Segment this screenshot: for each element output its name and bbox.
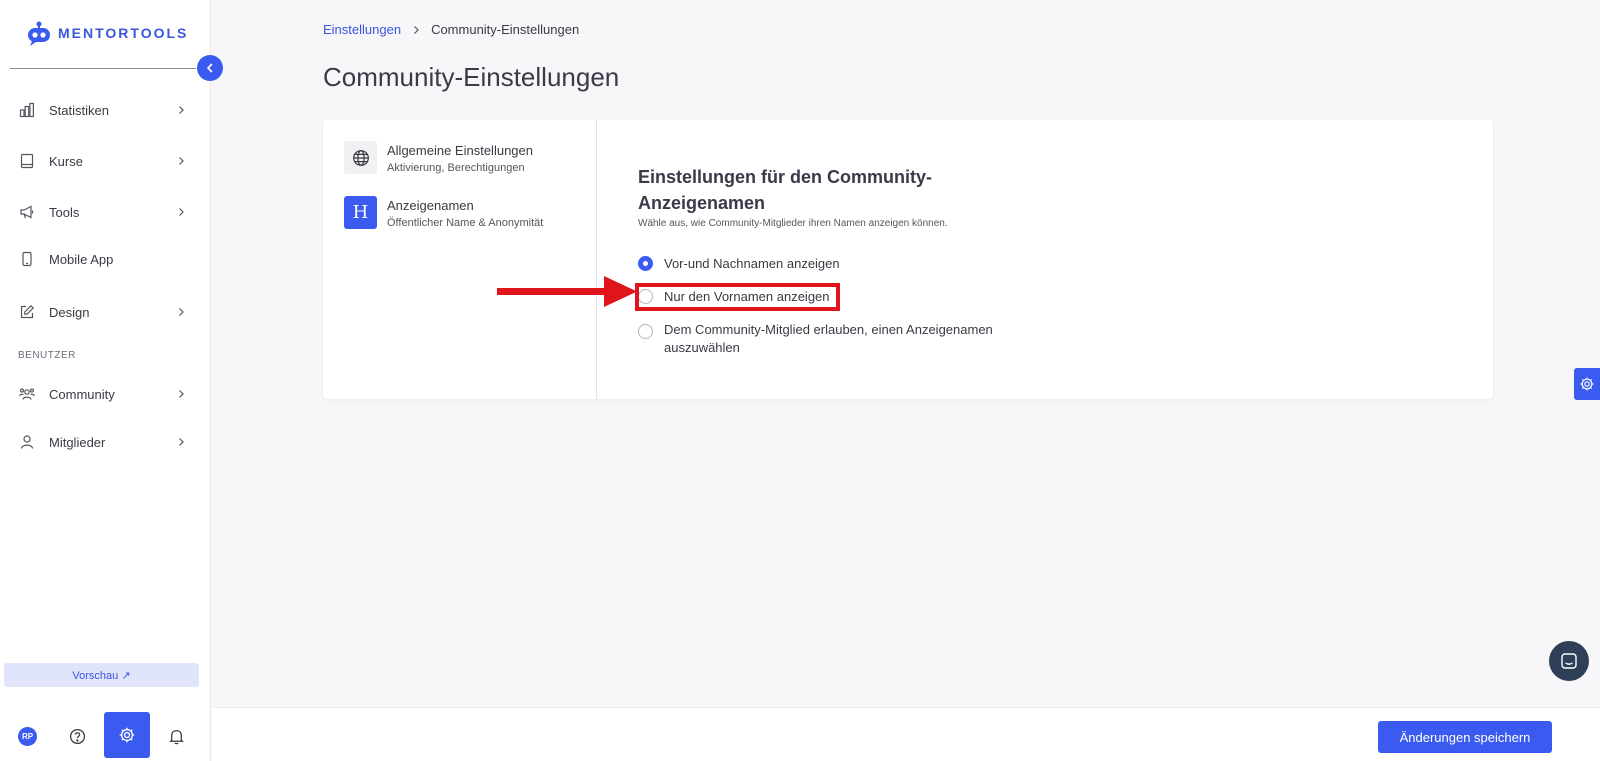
save-changes-button[interactable]: Änderungen speichern xyxy=(1378,721,1552,753)
user-icon xyxy=(18,433,36,451)
chevron-right-icon xyxy=(179,106,184,114)
radio-label: Vor-und Nachnamen anzeigen xyxy=(664,256,840,271)
chevron-left-icon xyxy=(206,63,213,73)
gear-icon xyxy=(1580,377,1594,391)
settings-menu-subtitle: Aktivierung, Berechtigungen xyxy=(387,162,525,174)
sidebar-item-mobile-app[interactable]: Mobile App xyxy=(18,244,186,274)
chat-icon xyxy=(1561,653,1577,669)
logo-divider xyxy=(10,68,196,69)
sidebar-bottom-bar: RP xyxy=(0,711,211,761)
edit-icon xyxy=(18,303,36,321)
heading-icon: H xyxy=(344,196,377,229)
settings-menu: Allgemeine Einstellungen Aktivierung, Be… xyxy=(323,120,597,399)
chevron-right-icon xyxy=(414,25,419,34)
floating-settings-button[interactable] xyxy=(1574,368,1600,400)
collapse-sidebar-button[interactable] xyxy=(197,55,223,81)
sidebar-item-label: Kurse xyxy=(49,153,83,169)
radio-option-first-name[interactable]: Nur den Vornamen anzeigen xyxy=(638,288,830,306)
sidebar-item-design[interactable]: Design xyxy=(18,297,186,327)
display-names-subtitle: Wähle aus, wie Community-Mitglieder ihre… xyxy=(638,218,948,229)
settings-button[interactable] xyxy=(104,712,150,758)
gear-icon xyxy=(119,727,135,743)
settings-menu-general[interactable]: Allgemeine Einstellungen Aktivierung, Be… xyxy=(344,141,533,174)
sidebar: MENTORTOOLS Statistiken Kurse Tools Mobi… xyxy=(0,0,223,761)
avatar[interactable]: RP xyxy=(18,727,37,746)
page-title: Community-Einstellungen xyxy=(323,62,620,92)
radio-label: Dem Community-Mitglied erlauben, einen A… xyxy=(664,322,993,355)
chevron-right-icon xyxy=(179,390,184,398)
smartphone-icon xyxy=(18,250,36,268)
users-icon xyxy=(18,385,36,403)
radio-button[interactable] xyxy=(638,324,653,339)
help-icon xyxy=(69,728,85,744)
settings-menu-display-names[interactable]: H Anzeigenamen Öffentlicher Name & Anony… xyxy=(344,196,543,229)
sidebar-item-label: Tools xyxy=(49,204,80,220)
settings-card: Allgemeine Einstellungen Aktivierung, Be… xyxy=(323,120,1493,399)
settings-menu-subtitle: Öffentlicher Name & Anonymität xyxy=(387,217,544,229)
breadcrumb-link-einstellungen[interactable]: Einstellungen xyxy=(323,22,401,37)
preview-button[interactable]: Vorschau ↗ xyxy=(4,663,199,687)
sidebar-item-label: Mobile App xyxy=(49,251,114,267)
chevron-right-icon xyxy=(179,308,184,316)
book-icon xyxy=(18,152,36,170)
sidebar-item-label: Statistiken xyxy=(49,102,109,118)
radio-option-full-name[interactable]: Vor-und Nachnamen anzeigen xyxy=(638,255,840,273)
heading-glyph: H xyxy=(352,202,369,223)
chevron-right-icon xyxy=(179,438,184,446)
sidebar-item-tools[interactable]: Tools xyxy=(18,197,186,227)
breadcrumb: Einstellungen Community-Einstellungen xyxy=(323,22,579,37)
globe-icon xyxy=(344,141,377,174)
radio-button[interactable] xyxy=(638,289,653,304)
section-label-benutzer: BENUTZER xyxy=(18,350,76,361)
settings-menu-title: Anzeigenamen xyxy=(387,198,474,213)
settings-menu-title: Allgemeine Einstellungen xyxy=(387,143,533,158)
radio-button[interactable] xyxy=(638,256,653,271)
chat-launcher-button[interactable] xyxy=(1549,641,1589,681)
chevron-right-icon xyxy=(179,157,184,165)
chevron-right-icon xyxy=(179,208,184,216)
robot-logo-icon xyxy=(28,21,50,46)
brand-name: MENTORTOOLS xyxy=(58,25,189,41)
sidebar-item-label: Mitglieder xyxy=(49,434,106,450)
display-names-title: Einstellungen für den Community-Anzeigen… xyxy=(638,167,933,213)
bell-icon xyxy=(168,729,184,744)
help-button[interactable] xyxy=(66,725,88,747)
sidebar-item-kurse[interactable]: Kurse xyxy=(18,146,186,176)
sidebar-item-mitglieder[interactable]: Mitglieder xyxy=(18,427,186,457)
sidebar-item-label: Community xyxy=(49,386,115,402)
breadcrumb-current: Community-Einstellungen xyxy=(431,22,580,37)
brand-logo[interactable]: MENTORTOOLS xyxy=(26,20,188,46)
sidebar-item-community[interactable]: Community xyxy=(18,379,186,409)
megaphone-icon xyxy=(18,203,36,221)
sidebar-item-statistiken[interactable]: Statistiken xyxy=(18,95,186,125)
radio-label: Nur den Vornamen anzeigen xyxy=(664,289,830,304)
radio-option-custom-name[interactable]: Dem Community-Mitglied erlauben, einen A… xyxy=(638,321,998,357)
sidebar-item-label: Design xyxy=(49,304,90,320)
bar-chart-icon xyxy=(18,101,36,119)
notifications-button[interactable] xyxy=(165,725,187,747)
